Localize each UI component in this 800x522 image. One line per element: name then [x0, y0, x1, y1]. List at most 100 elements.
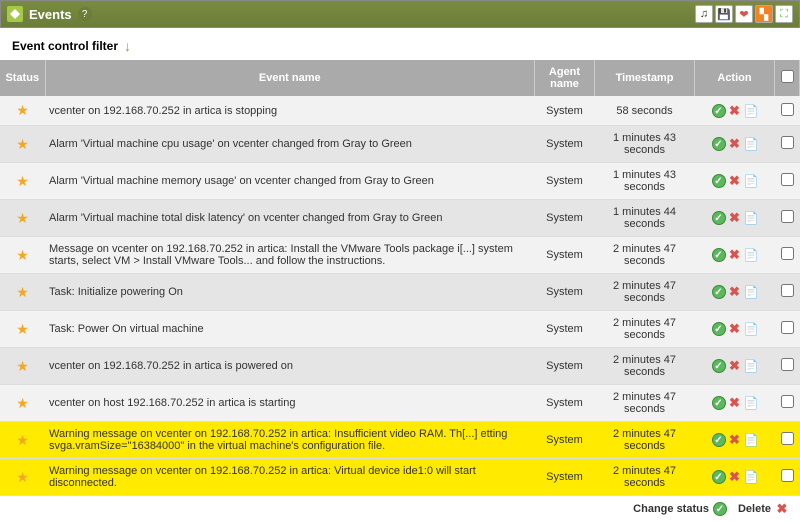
- event-name-cell[interactable]: vcenter on host 192.168.70.252 in artica…: [45, 385, 535, 422]
- delete-row-icon[interactable]: ✖: [728, 174, 742, 188]
- star-icon[interactable]: ★: [16, 173, 29, 190]
- page-header: Events ? ♫ 💾 ❤ ▚ ⛶: [0, 0, 800, 28]
- delete-row-icon[interactable]: ✖: [728, 137, 742, 151]
- validate-icon[interactable]: ✓: [712, 322, 726, 336]
- delete-row-icon[interactable]: ✖: [728, 322, 742, 336]
- delete-row-icon[interactable]: ✖: [728, 470, 742, 484]
- star-icon[interactable]: ★: [16, 432, 29, 449]
- agent-cell[interactable]: System: [535, 237, 595, 274]
- event-name-cell[interactable]: Alarm 'Virtual machine cpu usage' on vce…: [45, 126, 535, 163]
- row-checkbox[interactable]: [781, 432, 794, 445]
- validate-icon[interactable]: ✓: [712, 433, 726, 447]
- delete-row-icon[interactable]: ✖: [728, 285, 742, 299]
- details-icon[interactable]: 📄: [744, 174, 758, 188]
- details-icon[interactable]: 📄: [744, 359, 758, 373]
- details-icon[interactable]: 📄: [744, 211, 758, 225]
- delete-row-icon[interactable]: ✖: [728, 248, 742, 262]
- row-checkbox[interactable]: [781, 321, 794, 334]
- agent-cell[interactable]: System: [535, 422, 595, 459]
- agent-cell[interactable]: System: [535, 311, 595, 348]
- star-icon[interactable]: ★: [16, 321, 29, 338]
- agent-cell[interactable]: System: [535, 385, 595, 422]
- star-icon[interactable]: ★: [16, 469, 29, 486]
- details-icon[interactable]: 📄: [744, 470, 758, 484]
- col-timestamp: Timestamp: [595, 60, 695, 96]
- event-name-cell[interactable]: Alarm 'Virtual machine memory usage' on …: [45, 163, 535, 200]
- details-icon[interactable]: 📄: [744, 137, 758, 151]
- details-icon[interactable]: 📄: [744, 322, 758, 336]
- check-circle-icon: ✓: [713, 502, 727, 516]
- row-checkbox[interactable]: [781, 210, 794, 223]
- agent-cell[interactable]: System: [535, 163, 595, 200]
- row-checkbox[interactable]: [781, 173, 794, 186]
- action-cell: ✓✖📄: [695, 385, 775, 422]
- star-icon[interactable]: ★: [16, 210, 29, 227]
- agent-cell[interactable]: System: [535, 96, 595, 126]
- delete-button[interactable]: Delete ✖: [738, 502, 790, 516]
- agent-cell[interactable]: System: [535, 348, 595, 385]
- event-name-cell[interactable]: vcenter on 192.168.70.252 in artica is s…: [45, 96, 535, 126]
- star-icon[interactable]: ★: [16, 136, 29, 153]
- row-checkbox[interactable]: [781, 136, 794, 149]
- row-checkbox[interactable]: [781, 247, 794, 260]
- validate-icon[interactable]: ✓: [712, 248, 726, 262]
- rss-icon[interactable]: ▚: [755, 5, 773, 23]
- validate-icon[interactable]: ✓: [712, 104, 726, 118]
- validate-icon[interactable]: ✓: [712, 174, 726, 188]
- row-checkbox[interactable]: [781, 395, 794, 408]
- table-header-row: Status Event name Agent name Timestamp A…: [0, 60, 800, 96]
- delete-row-icon[interactable]: ✖: [728, 359, 742, 373]
- details-icon[interactable]: 📄: [744, 285, 758, 299]
- table-row: ★Task: Initialize powering OnSystem2 min…: [0, 274, 800, 311]
- event-name-cell[interactable]: Alarm 'Virtual machine total disk latenc…: [45, 200, 535, 237]
- select-all-checkbox[interactable]: [781, 70, 794, 83]
- validate-icon[interactable]: ✓: [712, 285, 726, 299]
- row-checkbox[interactable]: [781, 103, 794, 116]
- event-name-cell[interactable]: Warning message on vcenter on 192.168.70…: [45, 459, 535, 496]
- delete-row-icon[interactable]: ✖: [728, 211, 742, 225]
- row-checkbox[interactable]: [781, 358, 794, 371]
- fullscreen-icon[interactable]: ⛶: [775, 5, 793, 23]
- details-icon[interactable]: 📄: [744, 396, 758, 410]
- expand-filter-icon[interactable]: ↓: [124, 38, 131, 54]
- row-checkbox[interactable]: [781, 284, 794, 297]
- details-icon[interactable]: 📄: [744, 104, 758, 118]
- event-name-cell[interactable]: Task: Power On virtual machine: [45, 311, 535, 348]
- sound-icon[interactable]: ♫: [695, 5, 713, 23]
- delete-row-icon[interactable]: ✖: [728, 396, 742, 410]
- status-cell: ★: [0, 459, 45, 496]
- event-name-cell[interactable]: Task: Initialize powering On: [45, 274, 535, 311]
- event-name-cell[interactable]: Warning message on vcenter on 192.168.70…: [45, 422, 535, 459]
- timestamp-cell: 1 minutes 43 seconds: [595, 163, 695, 200]
- details-icon[interactable]: 📄: [744, 248, 758, 262]
- star-icon[interactable]: ★: [16, 358, 29, 375]
- delete-row-icon[interactable]: ✖: [728, 433, 742, 447]
- star-icon[interactable]: ★: [16, 284, 29, 301]
- validate-icon[interactable]: ✓: [712, 137, 726, 151]
- star-icon[interactable]: ★: [16, 102, 29, 119]
- event-name-cell[interactable]: vcenter on 192.168.70.252 in artica is p…: [45, 348, 535, 385]
- agent-cell[interactable]: System: [535, 459, 595, 496]
- validate-icon[interactable]: ✓: [712, 211, 726, 225]
- delete-row-icon[interactable]: ✖: [728, 104, 742, 118]
- validate-icon[interactable]: ✓: [712, 470, 726, 484]
- timestamp-cell: 2 minutes 47 seconds: [595, 311, 695, 348]
- events-logo-icon: [7, 6, 23, 22]
- agent-cell[interactable]: System: [535, 274, 595, 311]
- help-icon[interactable]: ?: [78, 7, 92, 21]
- checkbox-cell: [775, 385, 800, 422]
- validate-icon[interactable]: ✓: [712, 396, 726, 410]
- row-checkbox[interactable]: [781, 469, 794, 482]
- change-status-button[interactable]: Change status ✓: [633, 502, 728, 516]
- table-row: ★ Task: Power On virtual machineSystem2 m…: [0, 311, 800, 348]
- event-name-cell[interactable]: Message on vcenter on 192.168.70.252 in …: [45, 237, 535, 274]
- star-icon[interactable]: ★: [16, 395, 29, 412]
- star-icon[interactable]: ★: [16, 247, 29, 264]
- agent-cell[interactable]: System: [535, 200, 595, 237]
- validate-icon[interactable]: ✓: [712, 359, 726, 373]
- favorite-icon[interactable]: ❤: [735, 5, 753, 23]
- agent-cell[interactable]: System: [535, 126, 595, 163]
- details-icon[interactable]: 📄: [744, 433, 758, 447]
- action-cell: ✓✖📄: [695, 348, 775, 385]
- save-icon[interactable]: 💾: [715, 5, 733, 23]
